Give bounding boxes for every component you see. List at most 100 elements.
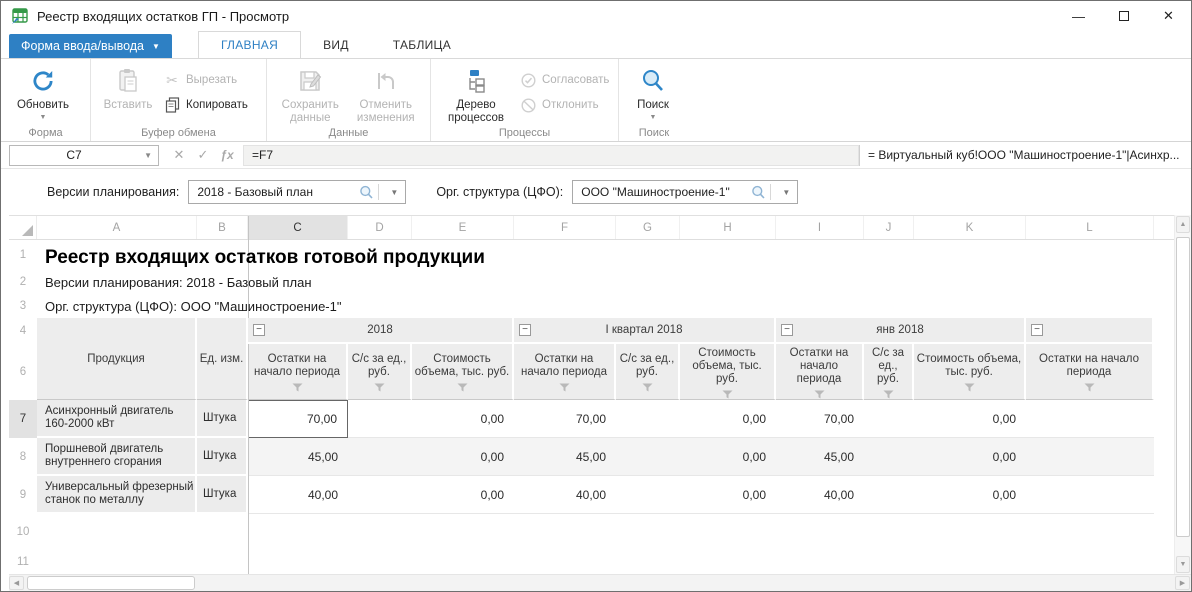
cell[interactable] <box>864 476 914 514</box>
minimize-button[interactable]: — <box>1056 1 1101 31</box>
cell[interactable] <box>1026 400 1154 438</box>
scroll-right-button[interactable]: ▶ <box>1175 576 1190 590</box>
scroll-down-button[interactable]: ▼ <box>1176 556 1190 573</box>
undo-changes-button[interactable]: Отменить изменения <box>348 64 424 125</box>
cell[interactable]: 70,00 <box>776 400 864 438</box>
group-header-jan-2018[interactable]: − янв 2018 <box>776 318 1026 344</box>
column-header-b[interactable]: B <box>197 216 248 239</box>
column-header-h[interactable]: H <box>680 216 776 239</box>
group-header-q1-2018[interactable]: − I квартал 2018 <box>514 318 776 344</box>
search-icon[interactable] <box>359 185 374 200</box>
selected-cell[interactable]: 70,00 <box>248 400 348 438</box>
cell[interactable]: 0,00 <box>412 438 514 476</box>
cell[interactable]: 40,00 <box>514 476 616 514</box>
filter-icon[interactable] <box>642 383 653 392</box>
cell[interactable]: 0,00 <box>914 400 1026 438</box>
refresh-button[interactable]: Обновить ▼ <box>7 64 79 121</box>
cell[interactable]: 40,00 <box>248 476 348 514</box>
scroll-up-button[interactable]: ▲ <box>1176 216 1190 233</box>
copy-button[interactable]: Копировать <box>163 97 248 113</box>
vertical-scroll-thumb[interactable] <box>1176 237 1190 537</box>
close-button[interactable]: ✕ <box>1146 1 1191 31</box>
row-header-9[interactable]: 9 <box>9 476 37 514</box>
product-cell[interactable]: Поршневой двигатель внутреннего сгорания <box>37 438 197 476</box>
version-filter-combo[interactable]: 2018 - Базовый план ▼ <box>188 180 406 204</box>
column-header-g[interactable]: G <box>616 216 680 239</box>
sheet-subtitle2-cell[interactable]: Орг. структура (ЦФО): ООО "Машиностроени… <box>37 294 341 318</box>
search-icon[interactable] <box>751 185 766 200</box>
cell[interactable] <box>1026 438 1154 476</box>
unit-cell[interactable]: Штука <box>197 476 248 514</box>
column-header-i[interactable]: I <box>776 216 864 239</box>
cell[interactable]: 45,00 <box>776 438 864 476</box>
row-header-2[interactable]: 2 <box>9 270 37 294</box>
row-header-1[interactable]: 1 <box>9 240 37 270</box>
column-header-e[interactable]: E <box>412 216 514 239</box>
reject-button[interactable]: Отклонить <box>519 97 609 113</box>
cell[interactable]: 70,00 <box>514 400 616 438</box>
unit-cell[interactable]: Штука <box>197 438 248 476</box>
filter-icon[interactable] <box>1084 383 1095 392</box>
col-header-unit-cost[interactable]: С/с за ед., руб. <box>348 344 412 400</box>
col-header-opening-balance[interactable]: Остатки на начало периода <box>514 344 616 400</box>
group-header-collapsed[interactable]: − <box>1026 318 1154 344</box>
cell[interactable]: 0,00 <box>680 476 776 514</box>
collapse-icon[interactable]: − <box>781 324 793 336</box>
cell[interactable]: 0,00 <box>412 476 514 514</box>
column-header-j[interactable]: J <box>864 216 914 239</box>
filter-icon[interactable] <box>292 383 303 392</box>
filter-icon[interactable] <box>883 390 894 399</box>
confirm-entry-icon[interactable]: ✓ <box>193 147 213 163</box>
search-button[interactable]: Поиск ▼ <box>625 64 681 121</box>
product-cell[interactable]: Универсальный фрезерный станок по металл… <box>37 476 197 514</box>
cell[interactable] <box>616 476 680 514</box>
formula-input[interactable]: =F7 <box>243 145 859 166</box>
sheet-title-cell[interactable]: Реестр входящих остатков готовой продукц… <box>37 240 485 270</box>
cell[interactable]: 0,00 <box>680 400 776 438</box>
col-header-volume-cost[interactable]: Стоимость объема, тыс. руб. <box>412 344 514 400</box>
paste-button[interactable]: Вставить <box>97 64 159 112</box>
collapse-icon[interactable]: − <box>519 324 531 336</box>
tab-view[interactable]: ВИД <box>301 31 371 58</box>
insert-function-icon[interactable]: ƒx <box>217 148 237 162</box>
unit-cell[interactable]: Штука <box>197 400 248 438</box>
cell[interactable] <box>616 438 680 476</box>
org-filter-combo[interactable]: ООО "Машиностроение-1" ▼ <box>572 180 798 204</box>
maximize-button[interactable] <box>1101 1 1146 31</box>
chevron-down-icon[interactable]: ▼ <box>383 188 405 197</box>
row-header-6[interactable]: 6 <box>9 344 37 400</box>
column-header-c[interactable]: C <box>248 216 348 239</box>
column-header-k[interactable]: K <box>914 216 1026 239</box>
collapse-icon[interactable]: − <box>1031 324 1043 336</box>
group-header-2018[interactable]: − 2018 <box>248 318 514 344</box>
col-header-unit-cost[interactable]: С/с за ед., руб. <box>864 344 914 400</box>
row-header-7[interactable]: 7 <box>9 400 37 438</box>
col-header-volume-cost[interactable]: Стоимость объема, тыс. руб. <box>914 344 1026 400</box>
cell[interactable]: 0,00 <box>412 400 514 438</box>
col-header-opening-balance[interactable]: Остатки на начало периода <box>1026 344 1154 400</box>
col-header-opening-balance[interactable]: Остатки на начало периода <box>248 344 348 400</box>
row-header-3[interactable]: 3 <box>9 294 37 318</box>
sheet-subtitle1-cell[interactable]: Версии планирования: 2018 - Базовый план <box>37 270 312 294</box>
form-io-menu-button[interactable]: Форма ввода/вывода ▼ <box>9 34 172 58</box>
row-header-11[interactable]: 11 <box>9 549 37 574</box>
column-header-d[interactable]: D <box>348 216 412 239</box>
cut-button[interactable]: ✂ Вырезать <box>163 72 248 88</box>
cell[interactable]: 0,00 <box>914 476 1026 514</box>
cell[interactable] <box>348 438 412 476</box>
cell[interactable] <box>864 438 914 476</box>
filter-icon[interactable] <box>814 390 825 399</box>
tab-table[interactable]: ТАБЛИЦА <box>371 31 473 58</box>
cell[interactable]: 0,00 <box>914 438 1026 476</box>
col-header-unit-cost[interactable]: С/с за ед., руб. <box>616 344 680 400</box>
name-box[interactable]: C7 ▼ <box>9 145 159 166</box>
filter-icon[interactable] <box>722 390 733 399</box>
filter-icon[interactable] <box>559 383 570 392</box>
row-header-10[interactable]: 10 <box>9 514 37 549</box>
row-header-4[interactable]: 4 <box>9 318 37 344</box>
cell[interactable] <box>616 400 680 438</box>
table-header-unit[interactable]: Ед. изм. <box>197 318 248 400</box>
filter-icon[interactable] <box>457 383 468 392</box>
cell[interactable] <box>348 400 412 438</box>
filter-icon[interactable] <box>964 383 975 392</box>
